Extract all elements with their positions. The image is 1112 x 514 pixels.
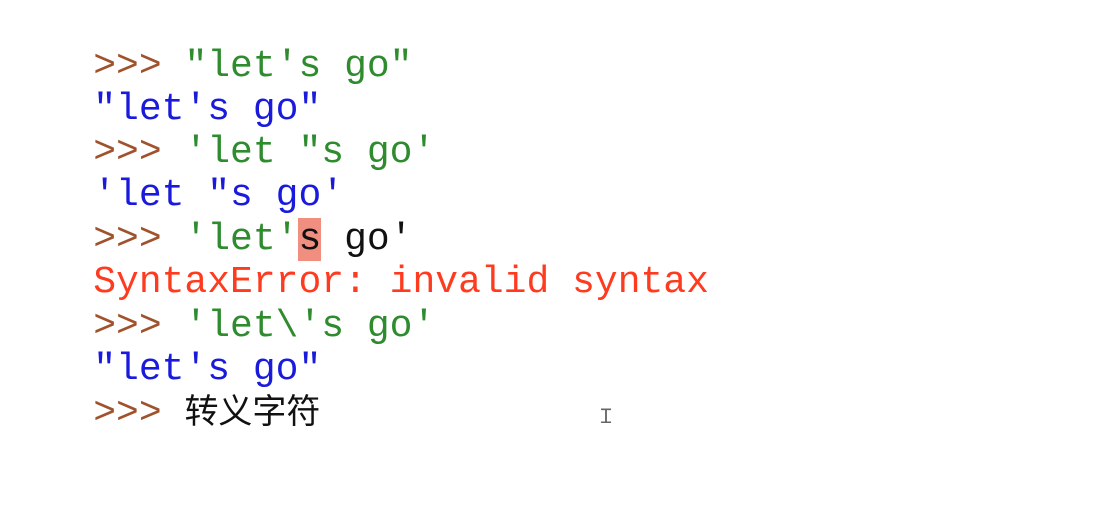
current-input-text[interactable]: 转义字符 bbox=[184, 392, 320, 432]
shell-input-line: >>> 'let's go' bbox=[2, 175, 413, 261]
python-shell-window[interactable]: >>> "let's go" "let's go" >>> 'let "s go… bbox=[0, 0, 1112, 514]
shell-input-line: >>> 'let\'s go' bbox=[2, 262, 435, 348]
shell-output-line: 'let "s go' bbox=[2, 131, 344, 217]
text-ibeam-icon: Ｉ bbox=[596, 404, 616, 428]
shell-input-line: >>> 'let "s go' bbox=[2, 88, 435, 174]
shell-current-input-line[interactable]: >>> 转义字符 bbox=[2, 348, 320, 435]
shell-output-line: "let's go" bbox=[2, 305, 321, 391]
shell-input-line: >>> "let's go" bbox=[2, 2, 412, 88]
shell-error-line: SyntaxError: invalid syntax bbox=[2, 218, 709, 304]
prompt: >>> bbox=[93, 392, 185, 435]
shell-output-line: "let's go" bbox=[2, 45, 321, 131]
